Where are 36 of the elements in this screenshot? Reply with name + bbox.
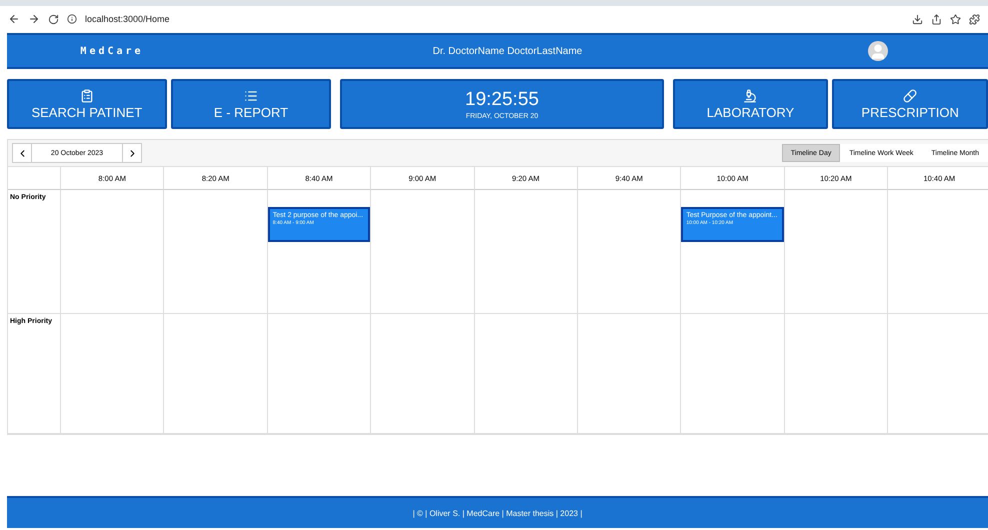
- brand-name: MedCare: [79, 46, 145, 56]
- timeline-cell[interactable]: [163, 314, 267, 434]
- nav-tile[interactable]: SEARCH PATINET: [7, 79, 167, 129]
- timeline-cell[interactable]: [576, 190, 680, 314]
- back-icon[interactable]: [8, 13, 20, 25]
- clock-time: 19:25:55: [465, 88, 539, 110]
- nav-tile[interactable]: E - REPORT: [170, 79, 332, 129]
- timeline-cell[interactable]: [163, 190, 267, 314]
- doctor-name: Dr. DoctorName DoctorLastName: [432, 46, 584, 56]
- download-icon[interactable]: [912, 14, 923, 24]
- list-icon: [244, 88, 258, 102]
- timeline-cell[interactable]: [60, 314, 164, 434]
- footer-text: | © | Oliver S. | MedCare | Master thesis | 2023 |: [412, 508, 582, 518]
- nav-tile[interactable]: LABORATORY: [672, 79, 828, 129]
- timeline-cell[interactable]: [784, 314, 888, 434]
- timeline-cell[interactable]: [887, 314, 988, 434]
- timeline-cell[interactable]: [576, 314, 680, 434]
- timeline-cell[interactable]: [784, 190, 888, 314]
- timeline-cell[interactable]: [370, 314, 474, 434]
- info-icon: [67, 14, 77, 24]
- timeline-cell[interactable]: [887, 190, 988, 314]
- nav-tile[interactable]: PRESCRIPTION: [832, 79, 988, 129]
- timeline-cell[interactable]: [60, 190, 164, 314]
- timeline-cell[interactable]: [474, 314, 577, 434]
- star-icon[interactable]: [950, 14, 961, 24]
- puzzle-icon[interactable]: [969, 14, 980, 24]
- microscope-icon: [743, 88, 758, 102]
- forward-icon[interactable]: [28, 13, 40, 25]
- avatar-icon[interactable]: [868, 41, 888, 61]
- timeline-cell[interactable]: [266, 314, 370, 434]
- reload-icon[interactable]: [48, 14, 59, 24]
- share-icon[interactable]: [931, 14, 942, 24]
- timeline-cell[interactable]: [370, 190, 474, 314]
- address-bar[interactable]: localhost:3000/Home: [85, 14, 904, 24]
- timeline-cell[interactable]: [474, 190, 577, 314]
- timeline-cell[interactable]: [680, 314, 784, 434]
